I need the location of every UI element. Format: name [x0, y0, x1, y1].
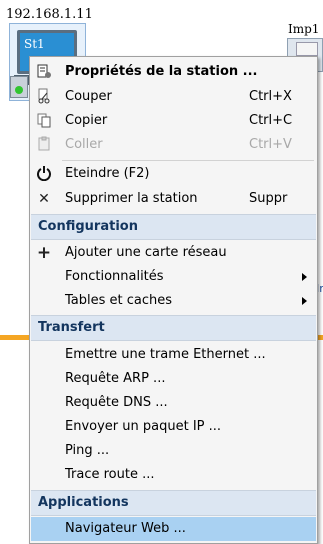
- paste-icon: [35, 136, 53, 154]
- menu-item-arp-request[interactable]: Requête ARP ...: [31, 367, 316, 391]
- menu-item-shortcut: Ctrl+X: [249, 89, 292, 104]
- menu-item-properties[interactable]: Propriétés de la station ...: [31, 60, 316, 84]
- power-icon: [35, 165, 53, 183]
- station-name-label: St1: [24, 37, 45, 51]
- section-header-transfer: Transfert: [31, 315, 316, 341]
- menu-item-delete[interactable]: ✕ Supprimer la station Suppr: [31, 187, 316, 211]
- menu-item-send-ip-packet[interactable]: Envoyer un paquet IP ...: [31, 415, 316, 439]
- status-led-icon: [15, 86, 23, 94]
- menu-item-shutdown[interactable]: Eteindre (F2): [31, 162, 316, 186]
- menu-item-label: Envoyer un paquet IP ...: [65, 419, 222, 434]
- menu-item-label: Emettre une trame Ethernet ...: [65, 347, 266, 362]
- menu-item-label: Supprimer la station: [65, 191, 198, 206]
- menu-item-label: Coller: [65, 137, 103, 152]
- menu-item-web-browser[interactable]: Navigateur Web ...: [31, 517, 316, 541]
- menu-item-label: Fonctionnalités: [65, 269, 164, 284]
- menu-item-label: Tables et caches: [65, 293, 173, 308]
- menu-item-shortcut: Ctrl+C: [249, 113, 293, 128]
- section-title: Transfert: [38, 320, 105, 335]
- submenu-arrow-icon: [302, 297, 307, 305]
- menu-item-tables-caches[interactable]: Tables et caches: [31, 289, 316, 313]
- plus-icon: +: [36, 243, 52, 263]
- menu-item-features[interactable]: Fonctionnalités: [31, 265, 316, 289]
- menu-item-copy[interactable]: Copier Ctrl+C: [31, 109, 316, 133]
- copy-icon: [35, 112, 53, 130]
- menu-item-label: Copier: [65, 113, 108, 128]
- menu-item-ping[interactable]: Ping ...: [31, 439, 316, 463]
- menu-item-dns-request[interactable]: Requête DNS ...: [31, 391, 316, 415]
- printer-name-label: Imp1: [287, 22, 321, 36]
- menu-item-ethernet-frame[interactable]: Emettre une trame Ethernet ...: [31, 343, 316, 367]
- menu-item-label: Requête ARP ...: [65, 371, 166, 386]
- section-header-configuration: Configuration: [31, 214, 316, 240]
- menu-item-label: Navigateur Web ...: [65, 521, 186, 536]
- section-title: Applications: [38, 495, 129, 510]
- menu-item-label: Requête DNS ...: [65, 395, 168, 410]
- delete-icon: ✕: [38, 191, 50, 207]
- station-ip-label: 192.168.1.11: [6, 7, 93, 22]
- menu-item-label: Ping ...: [65, 443, 110, 458]
- printer-icon: [296, 42, 318, 56]
- menu-item-add-network-card[interactable]: + Ajouter une carte réseau: [31, 241, 316, 265]
- menu-item-label: Trace route ...: [65, 467, 155, 482]
- station-context-menu: Propriétés de la station ... Couper Ctrl…: [29, 56, 318, 544]
- menu-item-shortcut: Ctrl+V: [249, 137, 292, 152]
- scissors-icon: [35, 88, 53, 106]
- section-header-applications: Applications: [31, 490, 316, 516]
- properties-icon: [35, 63, 53, 81]
- menu-item-shortcut: Suppr: [249, 191, 288, 206]
- submenu-arrow-icon: [302, 273, 307, 281]
- menu-item-cut[interactable]: Couper Ctrl+X: [31, 85, 316, 109]
- menu-item-label: Ajouter une carte réseau: [65, 245, 227, 260]
- section-title: Configuration: [38, 219, 138, 234]
- menu-item-paste[interactable]: Coller Ctrl+V: [31, 133, 316, 157]
- menu-item-trace-route[interactable]: Trace route ...: [31, 463, 316, 487]
- menu-item-label: Eteindre (F2): [65, 166, 150, 181]
- menu-item-label: Propriétés de la station ...: [65, 64, 258, 79]
- menu-separator: [62, 160, 314, 161]
- menu-item-label: Couper: [65, 89, 112, 104]
